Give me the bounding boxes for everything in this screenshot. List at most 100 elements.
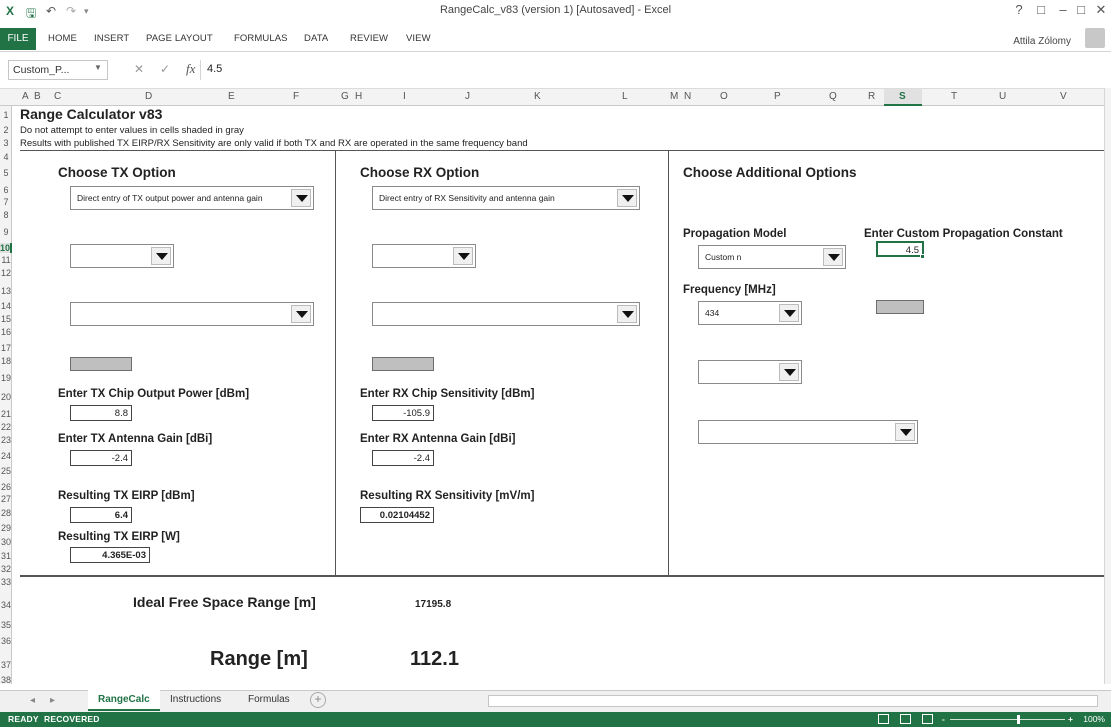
chevron-down-icon[interactable]	[453, 247, 473, 265]
zoom-level[interactable]: 100%	[1083, 714, 1105, 724]
column-header[interactable]: V	[1060, 91, 1067, 102]
next-sheet-icon[interactable]: ▸	[50, 695, 55, 706]
help-icon[interactable]: ?	[1008, 2, 1030, 17]
row-header[interactable]: 28	[0, 508, 12, 518]
propagation-model-dropdown[interactable]: Custom n	[698, 245, 846, 269]
fill-handle[interactable]	[920, 254, 925, 259]
column-header[interactable]: B	[34, 91, 41, 102]
row-header[interactable]: 36	[0, 636, 12, 646]
column-header[interactable]: P	[774, 91, 781, 102]
column-header[interactable]: M	[670, 91, 678, 102]
tab-view[interactable]: VIEW	[406, 33, 431, 44]
zoom-in-button[interactable]: +	[1068, 714, 1073, 724]
row-header[interactable]: 15	[0, 314, 12, 324]
additional-dropdown-2[interactable]	[698, 360, 802, 384]
rx-dropdown-2[interactable]	[372, 244, 476, 268]
column-header[interactable]: N	[684, 91, 691, 102]
row-header[interactable]: 27	[0, 494, 12, 504]
column-header[interactable]: E	[228, 91, 235, 102]
row-header[interactable]: 37	[0, 660, 12, 670]
column-header[interactable]: J	[465, 91, 470, 102]
sheet-tab-rangecalc[interactable]: RangeCalc	[88, 690, 160, 711]
avatar[interactable]	[1085, 28, 1105, 48]
row-header[interactable]: 34	[0, 600, 12, 610]
chevron-down-icon[interactable]	[779, 304, 799, 322]
column-header[interactable]: K	[534, 91, 541, 102]
enter-icon[interactable]: ✓	[160, 62, 170, 76]
column-header[interactable]: C	[54, 91, 61, 102]
tx-option-dropdown[interactable]: Direct entry of TX output power and ante…	[70, 186, 314, 210]
close-button[interactable]: ✕	[1090, 2, 1111, 18]
row-header[interactable]: 17	[0, 343, 12, 353]
normal-view-icon[interactable]	[878, 714, 889, 724]
user-name[interactable]: Attila Zólomy	[1013, 36, 1071, 47]
frequency-dropdown[interactable]: 434	[698, 301, 802, 325]
maximize-button[interactable]: □	[1070, 2, 1092, 17]
chevron-down-icon[interactable]	[291, 189, 311, 207]
tab-home[interactable]: HOME	[48, 33, 77, 44]
chevron-down-icon[interactable]: ▼	[94, 63, 102, 72]
row-header[interactable]: 14	[0, 301, 12, 311]
page-break-view-icon[interactable]	[922, 714, 933, 724]
row-header[interactable]: 7	[0, 197, 12, 207]
formula-input[interactable]: 4.5	[200, 60, 1105, 80]
row-header[interactable]: 12	[0, 268, 12, 278]
row-header[interactable]: 32	[0, 564, 12, 574]
row-header[interactable]: 20	[0, 392, 12, 402]
row-header[interactable]: 9	[0, 227, 12, 237]
row-header[interactable]: 11	[0, 255, 12, 265]
row-header[interactable]: 18	[0, 356, 12, 366]
row-header[interactable]: 8	[0, 210, 12, 220]
sheet-tab-formulas[interactable]: Formulas	[238, 690, 300, 711]
row-header[interactable]: 21	[0, 409, 12, 419]
horizontal-scrollbar[interactable]	[488, 695, 1098, 707]
column-header[interactable]: F	[293, 91, 299, 102]
column-header[interactable]: T	[951, 91, 957, 102]
column-header[interactable]: I	[403, 91, 406, 102]
name-box[interactable]: Custom_P...	[8, 60, 108, 80]
tab-insert[interactable]: INSERT	[94, 33, 129, 44]
additional-dropdown-3[interactable]	[698, 420, 918, 444]
tab-file[interactable]: FILE	[0, 28, 36, 50]
chevron-down-icon[interactable]	[151, 247, 171, 265]
rx-dropdown-3[interactable]	[372, 302, 640, 326]
row-header[interactable]: 25	[0, 466, 12, 476]
row-header[interactable]: 35	[0, 620, 12, 630]
chevron-down-icon[interactable]	[291, 305, 311, 323]
zoom-slider[interactable]	[950, 719, 1065, 720]
tab-data[interactable]: DATA	[304, 33, 328, 44]
row-header[interactable]: 24	[0, 451, 12, 461]
vertical-scrollbar[interactable]	[1104, 88, 1111, 684]
column-header-selected[interactable]: S	[899, 91, 906, 102]
row-header[interactable]: 31	[0, 551, 12, 561]
row-header[interactable]: 38	[0, 675, 12, 685]
column-header[interactable]: D	[145, 91, 152, 102]
rx-antenna-gain-input[interactable]: -2.4	[372, 450, 434, 466]
zoom-slider-handle[interactable]	[1017, 715, 1020, 724]
chevron-down-icon[interactable]	[895, 423, 915, 441]
chevron-down-icon[interactable]	[617, 189, 637, 207]
restore-ribbon-icon[interactable]: □	[1030, 2, 1052, 17]
column-header[interactable]: Q	[829, 91, 837, 102]
row-header[interactable]: 2	[0, 125, 12, 135]
row-header[interactable]: 16	[0, 327, 12, 337]
column-header[interactable]: L	[622, 91, 628, 102]
column-header[interactable]: G	[341, 91, 349, 102]
cancel-icon[interactable]: ✕	[134, 62, 144, 76]
row-header[interactable]: 4	[0, 152, 12, 162]
rx-option-dropdown[interactable]: Direct entry of RX Sensitivity and anten…	[372, 186, 640, 210]
tab-formulas[interactable]: FORMULAS	[234, 33, 288, 44]
insert-function-icon[interactable]: fx	[186, 61, 195, 77]
tab-review[interactable]: REVIEW	[350, 33, 388, 44]
prev-sheet-icon[interactable]: ◂	[30, 695, 35, 706]
sheet-tab-instructions[interactable]: Instructions	[160, 690, 231, 711]
row-header[interactable]: 29	[0, 523, 12, 533]
row-header-selected[interactable]: 10	[0, 243, 12, 253]
row-header[interactable]: 26	[0, 482, 12, 492]
row-header[interactable]: 5	[0, 168, 12, 178]
tx-dropdown-3[interactable]	[70, 302, 314, 326]
page-layout-view-icon[interactable]	[900, 714, 911, 724]
chevron-down-icon[interactable]	[779, 363, 799, 381]
column-header[interactable]: A	[22, 91, 29, 102]
row-header[interactable]: 6	[0, 185, 12, 195]
